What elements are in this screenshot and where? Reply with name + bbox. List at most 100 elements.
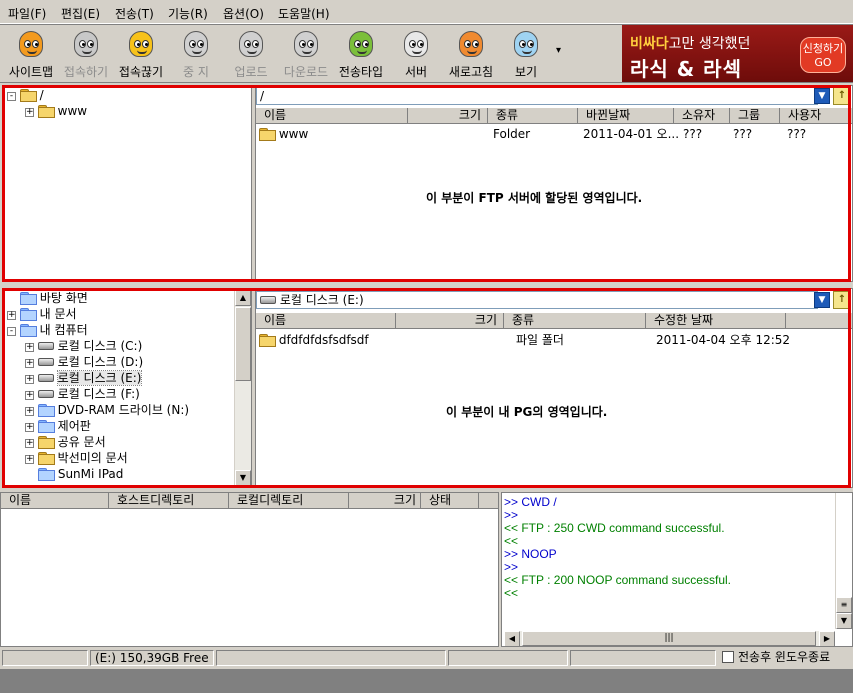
ad-apply-button[interactable]: 신청하기 GO — [800, 37, 846, 73]
expand-icon[interactable]: + — [25, 391, 34, 400]
log-vscrollbar[interactable]: ≡ ▼ — [835, 493, 852, 629]
tree-item[interactable]: - 내 컴퓨터 — [7, 323, 88, 337]
tree-item[interactable]: + DVD-RAM 드라이브 (N:) — [25, 403, 189, 417]
server-up-folder-icon[interactable]: ↑ — [833, 87, 851, 105]
toolbar-button-4[interactable]: 업로드 — [222, 27, 280, 81]
checkbox-icon[interactable] — [722, 651, 734, 663]
col-name[interactable]: 이름 — [1, 493, 109, 509]
tree-item[interactable]: SunMi IPad — [25, 467, 123, 481]
log-line: << — [504, 586, 519, 600]
table-row[interactable]: dfdfdfdsfsdfsdf 파일 폴더 2011-04-04 오후 12:5… — [259, 333, 849, 348]
folder-icon — [259, 334, 276, 347]
refresh-icon — [456, 29, 486, 61]
status-bar: (E:) 150,39GB Free 전송후 윈도우종료 — [0, 648, 853, 668]
tree-item[interactable]: + 로컬 디스크 (F:) — [25, 387, 140, 401]
scroll-thumb[interactable]: ||| — [522, 631, 816, 646]
expand-icon[interactable]: + — [25, 343, 34, 352]
local-file-pane: 로컬 디스크 (E:) ▼ ↑ 이름 크기 종류 수정한 날짜 dfdfdfds… — [255, 288, 853, 488]
col-status[interactable]: 상태 — [421, 493, 479, 509]
local-up-folder-icon[interactable]: ↑ — [833, 291, 851, 309]
expand-icon[interactable]: + — [25, 108, 34, 117]
ad-title: 라식 & 라섹 — [630, 57, 742, 81]
scroll-down-icon[interactable]: ▼ — [836, 613, 852, 629]
collapse-icon[interactable]: - — [7, 327, 16, 336]
col-owner[interactable]: 소유자 — [674, 108, 730, 124]
col-size[interactable]: 크기 — [396, 313, 504, 329]
col-group[interactable]: 그룹 — [730, 108, 780, 124]
menu-help[interactable]: 도움말(H) — [278, 5, 330, 22]
tree-item[interactable]: + 공유 문서 — [25, 435, 106, 449]
col-size[interactable]: 크기 — [408, 108, 488, 124]
expand-icon[interactable]: + — [25, 359, 34, 368]
scroll-left-icon[interactable]: ◀ — [504, 631, 520, 646]
expand-icon[interactable]: + — [25, 375, 34, 384]
disk-free-status: (E:) 150,39GB Free — [90, 650, 214, 666]
toolbar-button-6[interactable]: 전송타입 — [332, 27, 390, 81]
tree-item[interactable]: + 로컬 디스크 (D:) — [25, 355, 143, 369]
col-date[interactable]: 바뀐날짜 — [578, 108, 674, 124]
window-bottom-edge — [0, 669, 853, 693]
col-size[interactable]: 크기 — [349, 493, 421, 509]
col-type[interactable]: 종류 — [504, 313, 646, 329]
local-path-input[interactable]: 로컬 디스크 (E:) — [256, 291, 818, 309]
local-tree-scrollbar[interactable]: ▲ ▼ — [234, 289, 251, 487]
col-type[interactable]: 종류 — [488, 108, 578, 124]
tree-item[interactable]: + 내 문서 — [7, 307, 77, 321]
shutdown-after-transfer-checkbox[interactable]: 전송후 윈도우종료 — [718, 650, 851, 666]
scroll-grip-icon[interactable]: ≡ — [836, 597, 852, 613]
col-user[interactable]: 사용자 — [780, 108, 852, 124]
sitemap-icon — [16, 29, 46, 61]
menu-function[interactable]: 기능(R) — [168, 5, 208, 22]
upload-icon — [236, 29, 266, 61]
menu-options[interactable]: 옵션(O) — [223, 5, 264, 22]
disk-icon — [260, 296, 276, 304]
collapse-icon[interactable]: - — [7, 92, 16, 101]
scroll-down-icon[interactable]: ▼ — [235, 470, 251, 486]
toolbar-button-1[interactable]: 접속하기 — [57, 27, 115, 81]
my-computer-icon — [19, 324, 37, 337]
toolbar-button-7[interactable]: 서버 — [387, 27, 445, 81]
tree-item[interactable]: 바탕 화면 — [7, 291, 88, 305]
transfer-queue-pane: 이름 호스트디렉토리 로컬디렉토리 크기 상태 — [0, 492, 499, 647]
toolbar-button-2[interactable]: 접속끊기 — [112, 27, 170, 81]
server-path-input[interactable]: / — [256, 87, 818, 105]
menu-edit[interactable]: 편집(E) — [61, 5, 100, 22]
server-file-pane: / ▼ ↑ 이름 크기 종류 바뀐날짜 소유자 그룹 사용자 www Folde… — [255, 85, 853, 282]
col-name[interactable]: 이름 — [256, 108, 408, 124]
col-name[interactable]: 이름 — [256, 313, 396, 329]
table-row[interactable]: www Folder 2011-04-01 오... ??? ??? ??? — [259, 127, 849, 142]
server-path-dropdown-icon[interactable]: ▼ — [814, 88, 830, 104]
tree-item[interactable]: + 제어판 — [25, 419, 91, 433]
toolbar-button-0[interactable]: 사이트맵 — [2, 27, 60, 81]
server-tree-item-www[interactable]: + www — [25, 104, 87, 118]
expand-icon[interactable]: + — [25, 439, 34, 448]
expand-icon[interactable]: + — [25, 455, 34, 464]
tree-item[interactable]: + 박선미의 문서 — [25, 451, 128, 465]
toolbar-button-8[interactable]: 새로고침 — [442, 27, 500, 81]
tree-item[interactable]: + 로컬 디스크 (C:) — [25, 339, 142, 353]
log-pane: >> CWD / >> << FTP : 250 CWD command succe… — [501, 492, 853, 647]
local-path-dropdown-icon[interactable]: ▼ — [814, 292, 830, 308]
toolbar-button-5[interactable]: 다운로드 — [277, 27, 335, 81]
menu-file[interactable]: 파일(F) — [8, 5, 46, 22]
scroll-up-icon[interactable]: ▲ — [235, 290, 251, 306]
toolbar-overflow-icon[interactable]: ▾ — [556, 45, 561, 56]
scroll-right-icon[interactable]: ▶ — [819, 631, 835, 646]
ad-banner[interactable]: 비싸다고만 생각했던 라식 & 라섹 신청하기 GO — [622, 25, 853, 82]
transfer-type-icon — [346, 29, 376, 61]
log-hscrollbar[interactable]: ◀ ||| ▶ — [504, 631, 835, 646]
col-host-dir[interactable]: 호스트디렉토리 — [109, 493, 229, 509]
menu-transfer[interactable]: 전송(T) — [115, 5, 154, 22]
col-local-dir[interactable]: 로컬디렉토리 — [229, 493, 349, 509]
toolbar-button-9[interactable]: 보기 — [497, 27, 555, 81]
desktop-icon — [20, 292, 37, 305]
tree-item[interactable]: + 로컬 디스크 (E:) — [25, 370, 143, 386]
expand-icon[interactable]: + — [25, 423, 34, 432]
disk-icon — [37, 390, 54, 398]
col-modified[interactable]: 수정한 날짜 — [646, 313, 786, 329]
expand-icon[interactable]: + — [7, 311, 16, 320]
expand-icon[interactable]: + — [25, 407, 34, 416]
toolbar-button-3[interactable]: 중 지 — [167, 27, 225, 81]
server-tree-root[interactable]: - / — [7, 88, 44, 102]
scroll-thumb[interactable] — [235, 307, 251, 381]
